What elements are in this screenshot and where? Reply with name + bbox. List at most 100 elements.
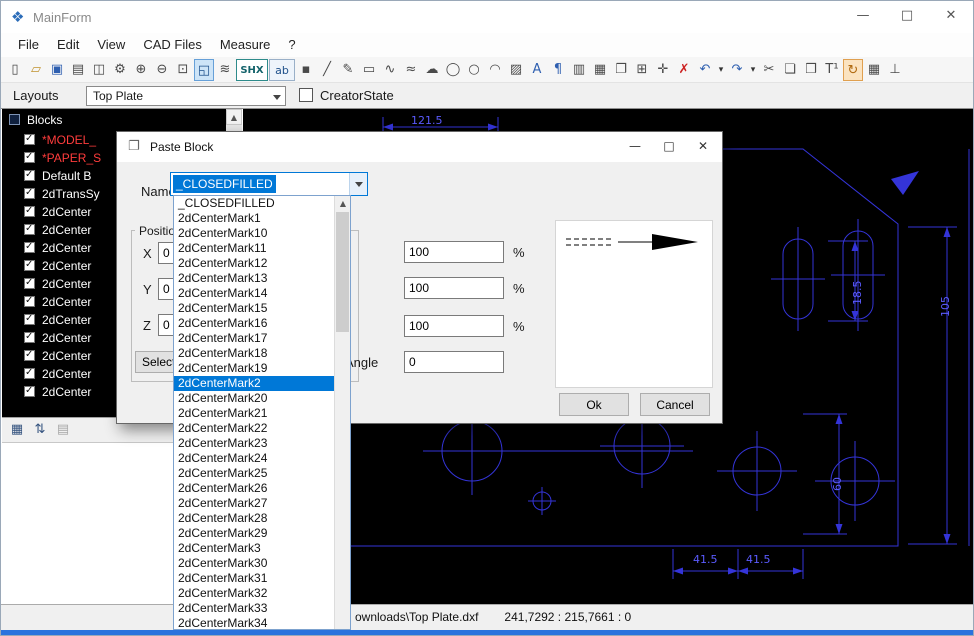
angle-input[interactable] bbox=[404, 351, 504, 373]
dropdown-item[interactable]: 2dCenterMark31 bbox=[174, 571, 335, 586]
open-folder-icon[interactable]: ▱ bbox=[26, 59, 46, 81]
dropdown-item[interactable]: 2dCenterMark16 bbox=[174, 316, 335, 331]
dropdown-item[interactable]: 2dCenterMark24 bbox=[174, 451, 335, 466]
checkbox-checked-icon[interactable] bbox=[24, 188, 35, 199]
layout-select[interactable]: Top Plate bbox=[86, 86, 286, 106]
erase-icon[interactable]: ✗ bbox=[674, 59, 694, 81]
alphabetical-icon[interactable]: ⇅ bbox=[30, 420, 50, 440]
dropdown-item[interactable]: 2dCenterMark22 bbox=[174, 421, 335, 436]
dropdown-item[interactable]: _CLOSEDFILLED bbox=[174, 196, 335, 211]
block-name-combobox[interactable]: _CLOSEDFILLED bbox=[170, 172, 368, 196]
ok-button[interactable]: Ok bbox=[559, 393, 629, 416]
dropdown-scrollbar[interactable]: ▲ bbox=[334, 196, 350, 629]
scale-y-input[interactable] bbox=[404, 277, 504, 299]
menu-item[interactable]: Measure bbox=[211, 33, 280, 57]
dropdown-item[interactable]: 2dCenterMark21 bbox=[174, 406, 335, 421]
menu-item[interactable]: File bbox=[9, 33, 48, 57]
checkbox-checked-icon[interactable] bbox=[24, 206, 35, 217]
dropdown-item[interactable]: 2dCenterMark3 bbox=[174, 541, 335, 556]
arc-tool-icon[interactable]: ◠ bbox=[485, 59, 505, 81]
undo-menu-icon[interactable]: ▾ bbox=[716, 59, 726, 81]
dropdown-item[interactable]: 2dCenterMark19 bbox=[174, 361, 335, 376]
dropdown-item[interactable]: 2dCenterMark14 bbox=[174, 286, 335, 301]
dropdown-item[interactable]: 2dCenterMark1 bbox=[174, 211, 335, 226]
checkbox-checked-icon[interactable] bbox=[24, 224, 35, 235]
checkbox-checked-icon[interactable] bbox=[24, 314, 35, 325]
shx-fonts-button[interactable]: SHX bbox=[236, 59, 268, 81]
checkbox-checked-icon[interactable] bbox=[24, 170, 35, 181]
checkbox-checked-icon[interactable] bbox=[24, 386, 35, 397]
table-icon[interactable]: ▦ bbox=[864, 59, 884, 81]
line-tool-icon[interactable]: ╱ bbox=[317, 59, 337, 81]
copy-icon[interactable]: ❏ bbox=[780, 59, 800, 81]
dropdown-item[interactable]: 2dCenterMark30 bbox=[174, 556, 335, 571]
chevron-down-icon[interactable] bbox=[273, 95, 281, 100]
rectangle-tool-icon[interactable]: ▭ bbox=[359, 59, 379, 81]
menu-item[interactable]: ? bbox=[279, 33, 304, 57]
property-pages-icon[interactable]: ▤ bbox=[53, 420, 73, 440]
image-icon[interactable]: ▥ bbox=[569, 59, 589, 81]
cancel-button[interactable]: Cancel bbox=[640, 393, 710, 416]
dropdown-item[interactable]: 2dCenterMark12 bbox=[174, 256, 335, 271]
print-preview-icon[interactable]: ◫ bbox=[89, 59, 109, 81]
dropdown-item[interactable]: 2dCenterMark15 bbox=[174, 301, 335, 316]
zoom-out-icon[interactable]: ⊖ bbox=[152, 59, 172, 81]
redo-icon[interactable]: ↷ bbox=[727, 59, 747, 81]
zoom-in-icon[interactable]: ⊕ bbox=[131, 59, 151, 81]
redo-menu-icon[interactable]: ▾ bbox=[748, 59, 758, 81]
checkbox-checked-icon[interactable] bbox=[24, 296, 35, 307]
cut-icon[interactable]: ✂ bbox=[759, 59, 779, 81]
scale-z-input[interactable] bbox=[404, 315, 504, 337]
dialog-close-icon[interactable]: ✕ bbox=[686, 132, 720, 160]
checkbox-checked-icon[interactable] bbox=[24, 242, 35, 253]
checkbox-checked-icon[interactable] bbox=[24, 152, 35, 163]
save-icon[interactable]: ▣ bbox=[47, 59, 67, 81]
dropdown-item[interactable]: 2dCenterMark10 bbox=[174, 226, 335, 241]
polyline-tool-icon[interactable]: ∿ bbox=[380, 59, 400, 81]
scale-icon[interactable]: ✛ bbox=[653, 59, 673, 81]
menu-item[interactable]: View bbox=[88, 33, 134, 57]
scale-x-input[interactable] bbox=[404, 241, 504, 263]
minimize-icon[interactable]: — bbox=[841, 1, 885, 31]
maximize-icon[interactable]: □ bbox=[885, 1, 929, 31]
undo-icon[interactable]: ↶ bbox=[695, 59, 715, 81]
dropdown-item[interactable]: 2dCenterMark17 bbox=[174, 331, 335, 346]
xref-icon[interactable]: ⊞ bbox=[632, 59, 652, 81]
sketch-tool-icon[interactable]: ✎ bbox=[338, 59, 358, 81]
dropdown-item[interactable]: 2dCenterMark29 bbox=[174, 526, 335, 541]
scroll-up-icon[interactable]: ▲ bbox=[226, 109, 242, 125]
insert-block-icon[interactable]: ❐ bbox=[611, 59, 631, 81]
text-tool-icon[interactable]: A bbox=[527, 59, 547, 81]
dropdown-item[interactable]: 2dCenterMark20 bbox=[174, 391, 335, 406]
scrollbar-thumb[interactable] bbox=[336, 212, 349, 332]
combobox-dropdown-button[interactable] bbox=[349, 173, 367, 195]
dropdown-item[interactable]: 2dCenterMark34 bbox=[174, 616, 335, 630]
new-file-icon[interactable]: ▯ bbox=[5, 59, 25, 81]
annotation-icon[interactable]: T¹ bbox=[822, 59, 842, 81]
dialog-title-bar[interactable]: ❐ Paste Block — □ ✕ bbox=[117, 132, 722, 162]
dropdown-item[interactable]: 2dCenterMark26 bbox=[174, 481, 335, 496]
image-manager-icon[interactable]: ▦ bbox=[590, 59, 610, 81]
dropdown-item[interactable]: 2dCenterMark13 bbox=[174, 271, 335, 286]
point-style-icon[interactable]: ▪ bbox=[296, 59, 316, 81]
checkbox-checked-icon[interactable] bbox=[24, 368, 35, 379]
refresh-icon[interactable]: ↻ bbox=[843, 59, 863, 81]
settings-icon[interactable]: ⚙ bbox=[110, 59, 130, 81]
menu-item[interactable]: Edit bbox=[48, 33, 88, 57]
close-icon[interactable]: ✕ bbox=[929, 1, 973, 31]
fit-view-icon[interactable]: ◱ bbox=[194, 59, 214, 81]
hatch-tool-icon[interactable]: ▨ bbox=[506, 59, 526, 81]
dropdown-item[interactable]: 2dCenterMark11 bbox=[174, 241, 335, 256]
checkbox-checked-icon[interactable] bbox=[24, 134, 35, 145]
scroll-up-icon[interactable]: ▲ bbox=[335, 196, 351, 211]
dropdown-item[interactable]: 2dCenterMark2 bbox=[174, 376, 335, 391]
print-icon[interactable]: ▤ bbox=[68, 59, 88, 81]
dropdown-item[interactable]: 2dCenterMark23 bbox=[174, 436, 335, 451]
dialog-maximize-icon[interactable]: □ bbox=[652, 132, 686, 160]
checkbox-checked-icon[interactable] bbox=[24, 260, 35, 271]
circle-tool-icon[interactable]: ○ bbox=[464, 59, 484, 81]
dropdown-item[interactable]: 2dCenterMark25 bbox=[174, 466, 335, 481]
checkbox-checked-icon[interactable] bbox=[24, 278, 35, 289]
ellipse-tool-icon[interactable]: ◯ bbox=[443, 59, 463, 81]
linetype-icon[interactable]: ≋ bbox=[215, 59, 235, 81]
